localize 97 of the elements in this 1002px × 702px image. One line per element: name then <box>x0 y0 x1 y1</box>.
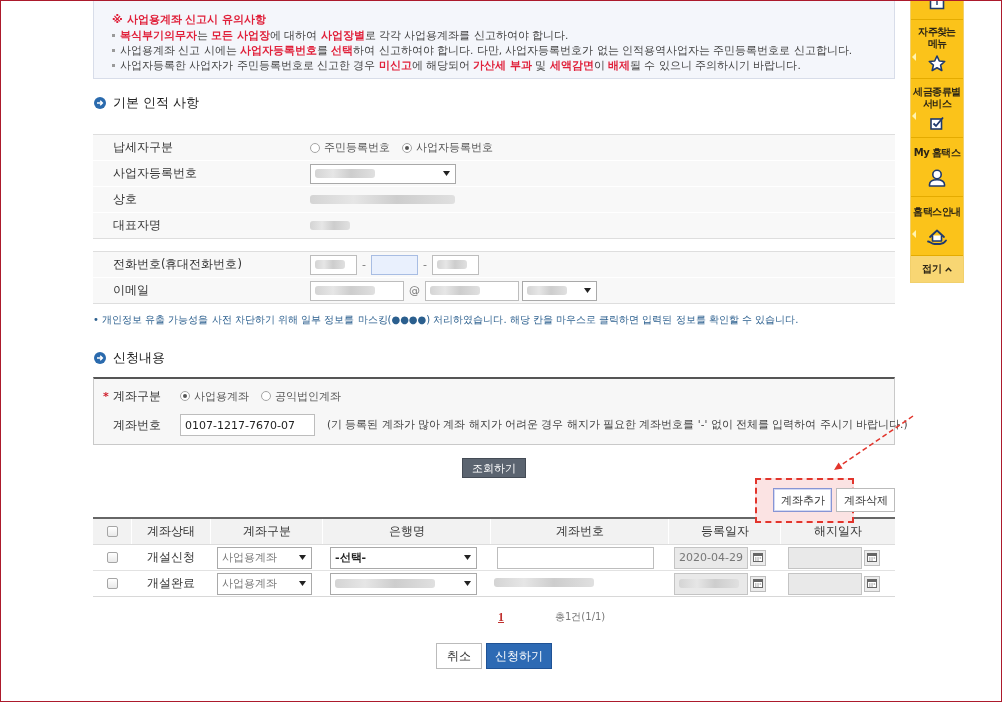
field-label: 납세자구분 <box>113 140 173 154</box>
radio-button[interactable] <box>310 142 320 153</box>
bullet-icon <box>112 49 115 52</box>
field-label: 전화번호(휴대전화번호) <box>113 257 242 271</box>
dropdown[interactable] <box>310 163 456 184</box>
required-mark: * <box>103 389 110 403</box>
account-number-field[interactable] <box>497 546 654 569</box>
radio-button[interactable] <box>180 391 190 401</box>
sidebar-item[interactable]: 세금종류별 서비스 <box>911 79 963 138</box>
checkbox[interactable] <box>106 526 118 537</box>
field-label: 사업자등록번호 <box>113 166 197 180</box>
calendar-button[interactable] <box>750 575 766 592</box>
blurred-text <box>315 169 375 178</box>
toolbar-button[interactable]: 계좌삭제 <box>836 488 895 512</box>
triangle-icon <box>912 230 916 238</box>
text-field[interactable] <box>431 254 479 275</box>
column-header: 계좌상태 <box>131 519 210 544</box>
blurred-text <box>527 286 567 295</box>
notice-text: 사업용계좌 신고 시에는 사업자등록번호를 선택하여 신고하여야 합니다. 다만, 사업자등록번호가 없는 인적용역사업자는 주민등록번호로 신고합니다. <box>120 43 853 58</box>
toolbar-button[interactable]: 계좌추가 <box>773 488 832 512</box>
notice-text: 복식부기의무자는 모든 사업장에 대하여 사업장별로 각각 사업용계좌를 신고하여야 합니다. <box>120 28 569 43</box>
separator-text: @ <box>409 284 420 297</box>
radio-label: 주민등록번호 <box>324 140 390 155</box>
dropdown-arrow-icon <box>464 581 471 586</box>
column-header: 계좌번호 <box>490 519 668 544</box>
triangle-icon <box>912 53 916 61</box>
dropdown-arrow-icon <box>464 555 471 560</box>
arrow-circle-icon <box>94 97 106 109</box>
dropdown[interactable]: 사업용계좌 <box>217 546 312 569</box>
column-header: 은행명 <box>322 519 490 544</box>
dropdown[interactable] <box>522 280 597 301</box>
sidebar-item[interactable]: My 홈택스 <box>911 138 963 197</box>
bullet-icon <box>112 64 115 67</box>
person-icon <box>928 168 946 187</box>
bullet-icon <box>112 34 115 37</box>
dropdown-arrow-icon <box>299 581 306 586</box>
calendar-icon <box>753 579 763 588</box>
hint-text: (기 등록된 계좌가 많아 계좌 해지가 어려운 경우 해지가 필요한 계좌번호를 '-' 없이 전체를 입력하여 주시기 바랍니다.) <box>327 418 908 432</box>
arrow-circle-icon <box>94 352 106 364</box>
collapse-button[interactable]: 접기 <box>911 256 963 282</box>
table-cell: 개설신청 <box>146 550 195 565</box>
checkbox[interactable] <box>106 552 118 563</box>
star-icon <box>928 55 946 73</box>
calendar-button[interactable] <box>864 549 880 566</box>
column-header: 해지일자 <box>780 519 895 544</box>
field-label: 계좌구분 <box>113 388 162 404</box>
notice-title: ※ 사업용계좌 신고시 유의사항 <box>112 12 268 28</box>
separator-text: - <box>362 258 366 271</box>
radio-button[interactable] <box>261 391 271 401</box>
calendar-button[interactable] <box>864 575 880 592</box>
sidebar-item[interactable]: 자주찾는 메뉴 <box>911 20 963 79</box>
field-label: 계좌번호 <box>113 417 162 433</box>
calendar-icon <box>867 553 877 562</box>
separator-text: - <box>423 258 427 271</box>
column-header: 계좌구분 <box>210 519 322 544</box>
blurred-text <box>315 260 345 269</box>
dropdown-arrow-icon <box>299 555 306 560</box>
house-hand-icon <box>927 227 947 246</box>
result-count: 총1건(1/1) <box>555 610 606 624</box>
dropdown-arrow-icon <box>584 288 591 293</box>
calendar-icon <box>867 579 877 588</box>
text-field[interactable] <box>371 254 418 275</box>
blurred-text <box>679 579 739 588</box>
section-heading: 신청내용 <box>113 349 165 367</box>
text-field[interactable] <box>310 280 404 301</box>
radio-label: 공익법인계좌 <box>275 388 341 404</box>
field-label: 이메일 <box>113 283 149 297</box>
table-cell: 개설완료 <box>146 576 195 591</box>
field-label: 대표자명 <box>113 218 161 232</box>
text-field[interactable] <box>425 280 519 301</box>
dropdown-arrow-icon <box>443 171 450 176</box>
triangle-icon <box>912 112 916 120</box>
notice-text: 사업자등록한 사업자가 주민등록번호로 신고한 경우 미신고에 해당되어 가산세 부과 및 세액감면이 배제될 수 있으니 주의하시기 바랍니다. <box>120 58 801 73</box>
search-button[interactable]: 조회하기 <box>462 458 526 478</box>
caret-up-icon <box>945 266 952 272</box>
radio-button[interactable] <box>402 142 412 153</box>
checkbox[interactable] <box>106 578 118 589</box>
text-field[interactable] <box>310 254 357 275</box>
page-link[interactable]: 1 <box>498 609 504 625</box>
account-number-field[interactable]: 0107-1217-7670-07 <box>180 414 315 436</box>
radio-label: 사업용계좌 <box>194 388 249 404</box>
blurred-text <box>315 286 375 295</box>
calendar-button[interactable] <box>750 549 766 566</box>
radio-label: 사업자등록번호 <box>416 140 493 155</box>
dropdown[interactable]: -선택- <box>330 546 477 569</box>
calendar-icon <box>753 553 763 562</box>
privacy-note: • 개인정보 유출 가능성을 사전 차단하기 위해 일부 정보를 마스킹(●●●●) 처리하였습니다. 해당 칸을 마우스로 클릭하면 입력된 정보를 확인할 수 있습니다. <box>93 314 800 326</box>
column-header: 등록일자 <box>668 519 780 544</box>
section-heading: 기본 인적 사항 <box>113 94 199 112</box>
blurred-text <box>436 260 467 269</box>
checkbox-icon <box>930 116 944 131</box>
blurred-text <box>430 286 480 295</box>
field-label: 상호 <box>113 192 137 206</box>
dropdown[interactable] <box>330 572 477 595</box>
dropdown[interactable]: 사업용계좌 <box>217 572 312 595</box>
cancel-button[interactable]: 취소 <box>436 643 482 669</box>
submit-button[interactable]: 신청하기 <box>486 643 552 669</box>
